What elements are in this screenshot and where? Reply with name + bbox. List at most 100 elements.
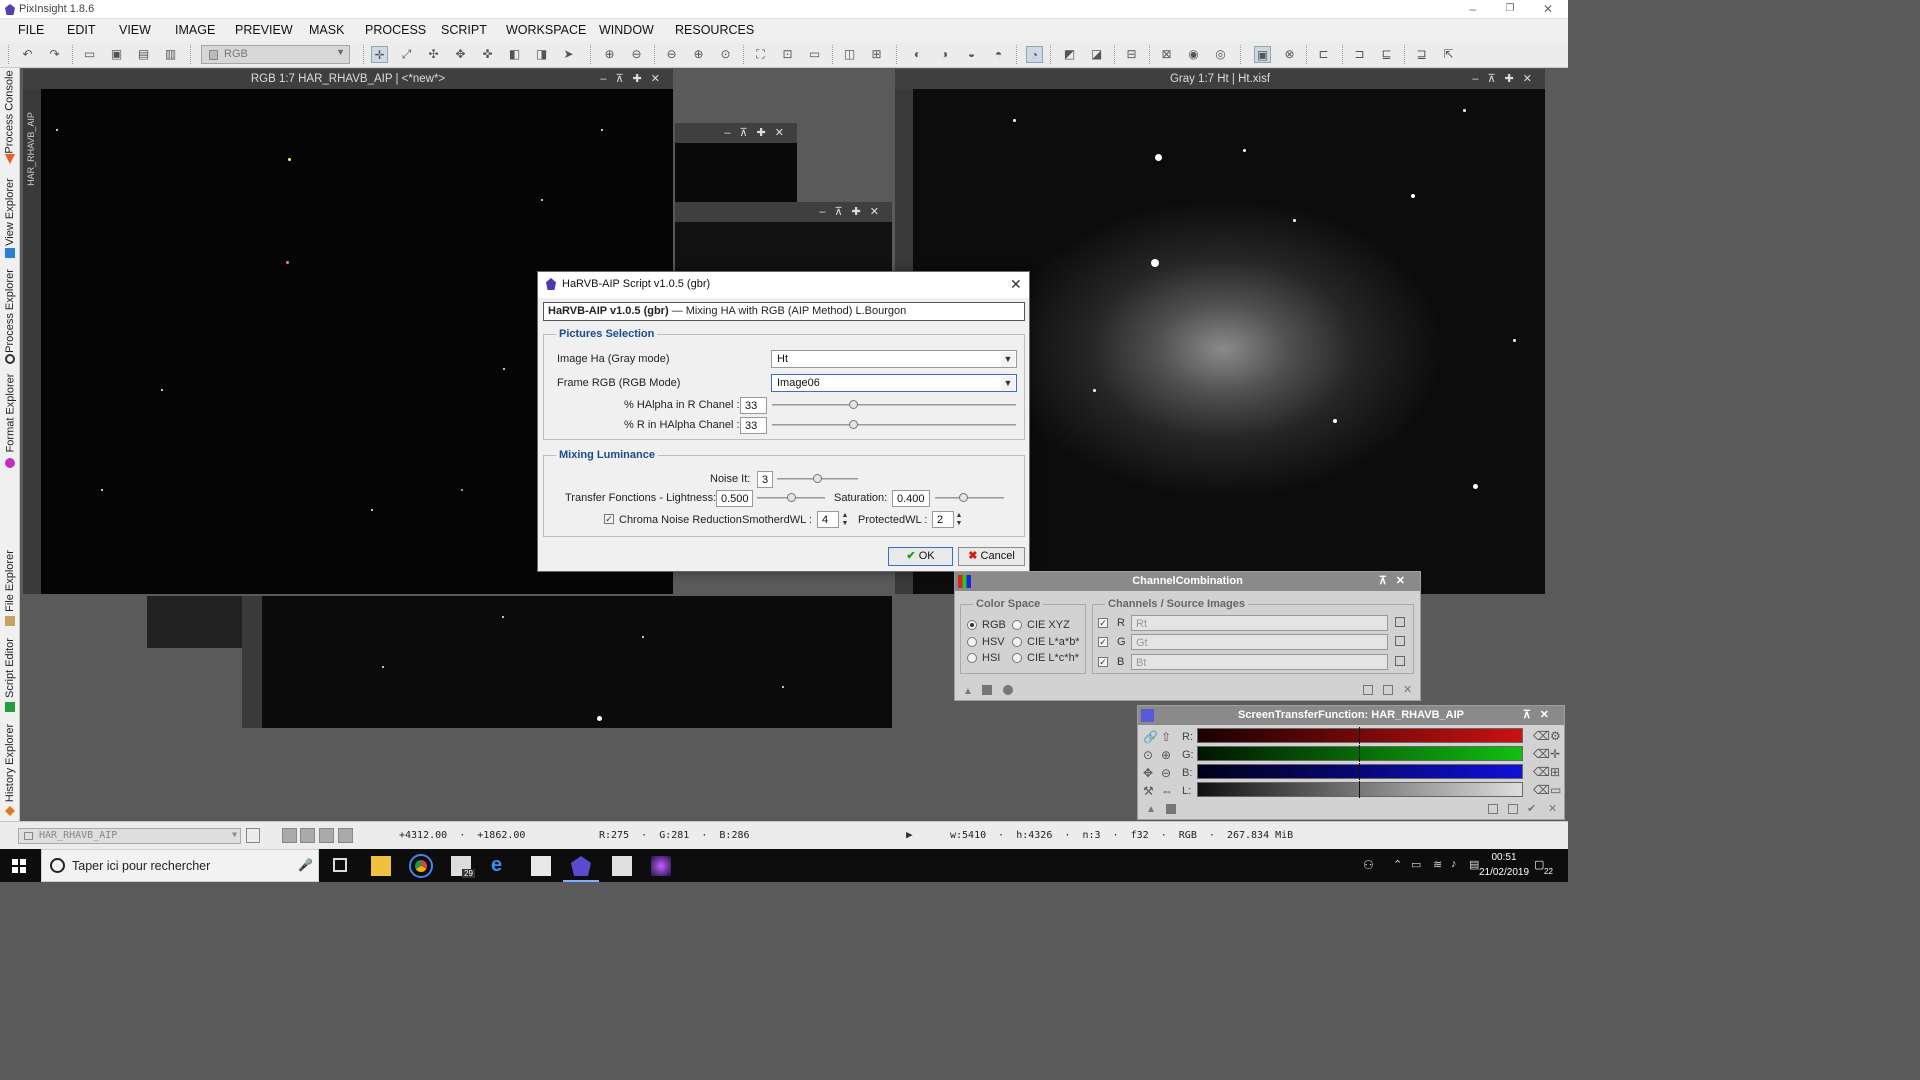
reset-icon[interactable]: ✕ [1548,802,1557,815]
menu-file[interactable]: FILE [18,23,44,37]
menu-mask[interactable]: MASK [309,23,344,37]
zoom-out-icon[interactable]: ⊖ [628,46,645,63]
checkmark-icon[interactable]: ✔ [1527,802,1536,815]
stellarium-icon[interactable] [651,856,671,876]
view-id-tab[interactable]: HAR_RHAVB_AIP [26,112,36,186]
clock-time[interactable]: 00:51 [1480,852,1528,863]
stf-g-bar[interactable] [1197,745,1523,762]
menu-image[interactable]: IMAGE [175,23,215,37]
r-in-halpha-input[interactable]: 33 [740,417,767,434]
smoothered-input[interactable]: 4 [817,511,839,528]
tool-icon[interactable]: ⊗ [1281,46,1298,63]
new-instance-icon[interactable]: ▲ [963,686,973,697]
tool-icon[interactable]: ▭ [81,46,98,63]
tab-format-explorer[interactable]: Format Explorer [0,372,20,454]
fit-window-icon[interactable]: ⊡ [779,46,796,63]
small-window-title-bar[interactable]: –⊼✚✕ [675,202,892,222]
readout-mode-icon[interactable]: ✛ [371,46,388,63]
tool-icon[interactable]: ⇱ [1440,46,1457,63]
apply-icon[interactable] [1003,685,1013,695]
pointer-icon[interactable]: ⇧ [1161,730,1171,744]
zoom-in-icon[interactable]: ⊕ [1161,748,1171,762]
channel-g-source[interactable]: Gt [1131,634,1388,650]
stf-title-bar[interactable]: ScreenTransferFunction: HAR_RHAVB_AIP ⊼✕ [1138,706,1564,725]
reset-icon[interactable]: ✕ [1403,683,1412,696]
select-source-icon[interactable] [1395,636,1405,646]
stf-l-bar[interactable] [1197,781,1523,798]
notification-icon[interactable]: ▢ [1534,858,1544,871]
link-channels-icon[interactable]: 🔗 [1143,730,1158,744]
halpha-in-r-slider-handle[interactable] [849,400,858,409]
zoom-icon[interactable]: ⊕ [690,46,707,63]
stf-r-bar[interactable] [1197,727,1523,744]
redo-icon[interactable]: ↷ [46,46,63,63]
transfer-slider-handle[interactable] [787,493,796,502]
reset-channel-icon[interactable]: ⌫ [1533,783,1550,797]
menu-resources[interactable]: RESOURCES [675,23,754,37]
tool-icon[interactable]: ◫ [841,46,858,63]
pan-mode-icon[interactable]: ✣ [425,46,442,63]
zoom-out-icon[interactable]: ⊖ [1161,766,1171,780]
zoom-icon[interactable]: ⊙ [717,46,734,63]
chroma-noise-checkbox[interactable]: ✓ [604,514,614,524]
channel-b-source[interactable]: Bt [1131,654,1388,670]
tool-icon[interactable]: ⊑ [1378,46,1395,63]
panel-controls[interactable]: ⊼✕ [1523,706,1558,725]
cielab-radio[interactable] [1012,637,1022,647]
cielch-radio[interactable] [1012,653,1022,663]
spin-down-icon[interactable]: ▼ [840,520,850,527]
display-channel-icon[interactable] [338,828,353,843]
tool-icon[interactable]: ◎ [1212,46,1229,63]
tab-view-explorer[interactable]: View Explorer [0,172,20,252]
volume-icon[interactable]: ♪ [1451,858,1457,870]
ciexyz-radio[interactable] [1012,620,1022,630]
cancel-button[interactable]: ✖ Cancel [958,547,1025,566]
tab-history-explorer[interactable]: History Explorer [0,720,20,806]
tool-icon[interactable]: ⊒ [1413,46,1430,63]
tool-icon[interactable]: ⊞ [868,46,885,63]
close-window-button[interactable]: ✕ [1541,2,1555,16]
task-view-icon[interactable] [333,858,347,872]
panel-action-icon[interactable] [1383,685,1393,695]
menu-preview[interactable]: PREVIEW [235,23,293,37]
zoom-in-icon[interactable]: ⊕ [601,46,618,63]
panel-action-icon[interactable] [1488,804,1498,814]
tool-icon[interactable]: ⊞ [1550,765,1560,779]
mask-icon[interactable]: ◓ [990,46,1007,63]
panel-action-icon[interactable] [1363,685,1373,695]
menu-process[interactable]: PROCESS [365,23,426,37]
image-window-small[interactable] [147,596,243,648]
file-explorer-icon[interactable] [371,856,391,876]
window-icon[interactable]: ▭ [806,46,823,63]
image-window-background[interactable] [242,596,892,728]
gray-window-title-bar[interactable]: Gray 1:7 Ht | Ht.xisf –⊼✚✕ [895,69,1545,89]
tool-icon[interactable]: ⊠ [1158,46,1175,63]
spin-down-icon[interactable]: ▼ [954,520,964,527]
frame-rgb-select[interactable]: Image06 ▼ [771,374,1017,392]
restore-window-button[interactable]: ❐ [1503,2,1517,16]
window-controls[interactable]: –⊼✚✕ [1472,69,1541,89]
window-controls[interactable]: –⊼✚✕ [600,69,669,89]
rgb-window-title-bar[interactable]: RGB 1:7 HAR_RHAVB_AIP | <*new*> –⊼✚✕ [23,69,673,89]
minimize-window-button[interactable]: – [1466,2,1480,16]
channel-combination-title-bar[interactable]: ChannelCombination ⊼✕ [955,572,1420,591]
select-source-icon[interactable] [1395,617,1405,627]
calculator-icon[interactable] [612,856,632,876]
spin-up-icon[interactable]: ▲ [954,512,964,519]
rgb-radio[interactable] [967,620,977,630]
halpha-in-r-slider[interactable] [772,404,1016,406]
saturation-input[interactable]: 0.400 [892,490,930,507]
wifi-icon[interactable]: ≋ [1433,858,1442,871]
tab-process-console[interactable]: Process Console [0,70,20,153]
preview-mode-icon[interactable]: ◧ [506,46,523,63]
play-icon[interactable]: ▶ [906,828,913,841]
move-mode-icon[interactable]: ✜ [479,46,496,63]
tool-icon[interactable]: ✛ [1550,747,1560,761]
tool-icon[interactable]: ▣ [108,46,125,63]
tool-icon[interactable]: ▭ [1550,783,1561,797]
tool-icon[interactable]: ◪ [1088,46,1105,63]
menu-workspace[interactable]: WORKSPACE [506,23,586,37]
microphone-icon[interactable]: 🎤 [298,858,313,872]
panel-action-icon[interactable] [1508,804,1518,814]
new-instance-icon[interactable]: ▲ [1146,804,1156,815]
